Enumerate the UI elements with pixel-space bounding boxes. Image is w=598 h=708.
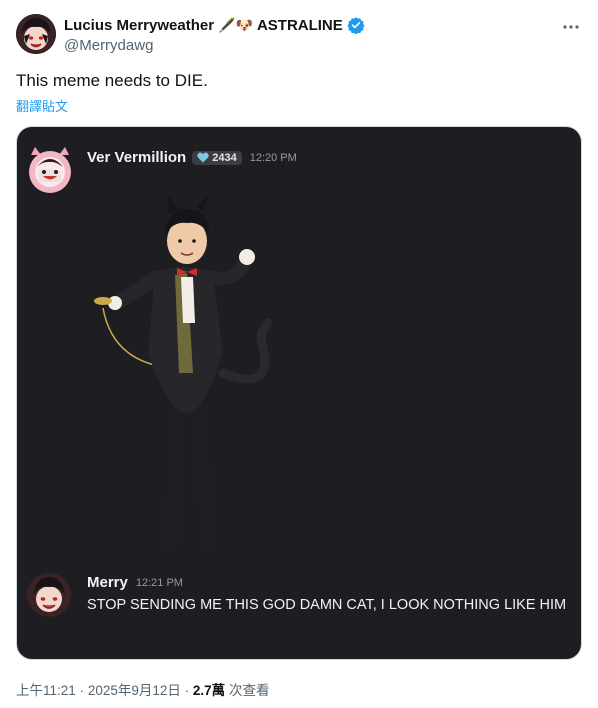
translate-link[interactable]: 翻譯貼文 [16,96,68,115]
author-name-row: Lucius Merryweather 🖋️🐶 ASTRALINE [64,16,365,34]
footer-separator-2: · [184,683,190,698]
author-emoji: 🖋️🐶 [218,16,253,33]
tweet-date[interactable]: 2025年9月12日 [88,683,181,698]
merry-avatar [27,573,71,617]
author-avatar[interactable] [16,14,56,54]
message2-text: STOP SENDING ME THIS GOD DAMN CAT, I LOO… [87,597,567,613]
message1-badge: 2434 [192,150,242,165]
tweet-footer: 上午11:21 · 2025年9月12日 · 2.7萬 次查看 [16,679,269,699]
tweet-text: This meme needs to DIE. [16,71,208,90]
tweet-header: Lucius Merryweather 🖋️🐶 ASTRALINE @Merry… [16,14,582,58]
footer-separator: · [79,683,85,698]
heart-icon [197,152,209,163]
message1-time: 12:20 PM [249,151,297,164]
message2-header: Merry 12:21 PM [87,574,183,591]
view-count[interactable]: 2.7萬 [193,683,225,698]
message1-author: Ver Vermillion [87,149,187,166]
author-display-name[interactable]: Lucius Merryweather [64,17,214,34]
author-org[interactable]: ASTRALINE [257,17,343,34]
message2-author: Merry [87,574,128,591]
more-icon[interactable] [560,16,582,38]
message1-header: Ver Vermillion 2434 12:20 PM [87,149,297,166]
author-handle[interactable]: @Merrydawg [64,37,153,54]
tweet-media[interactable]: Ver Vermillion 2434 12:20 PM Merry 12:21… [16,126,582,660]
ver-avatar [25,145,75,195]
message1-badge-count: 2434 [212,151,237,164]
tweet-time[interactable]: 上午11:21 [16,683,76,698]
message2-time: 12:21 PM [135,576,183,589]
verified-badge-icon[interactable] [347,16,365,34]
view-label: 次查看 [228,683,270,698]
character-image [83,173,293,570]
